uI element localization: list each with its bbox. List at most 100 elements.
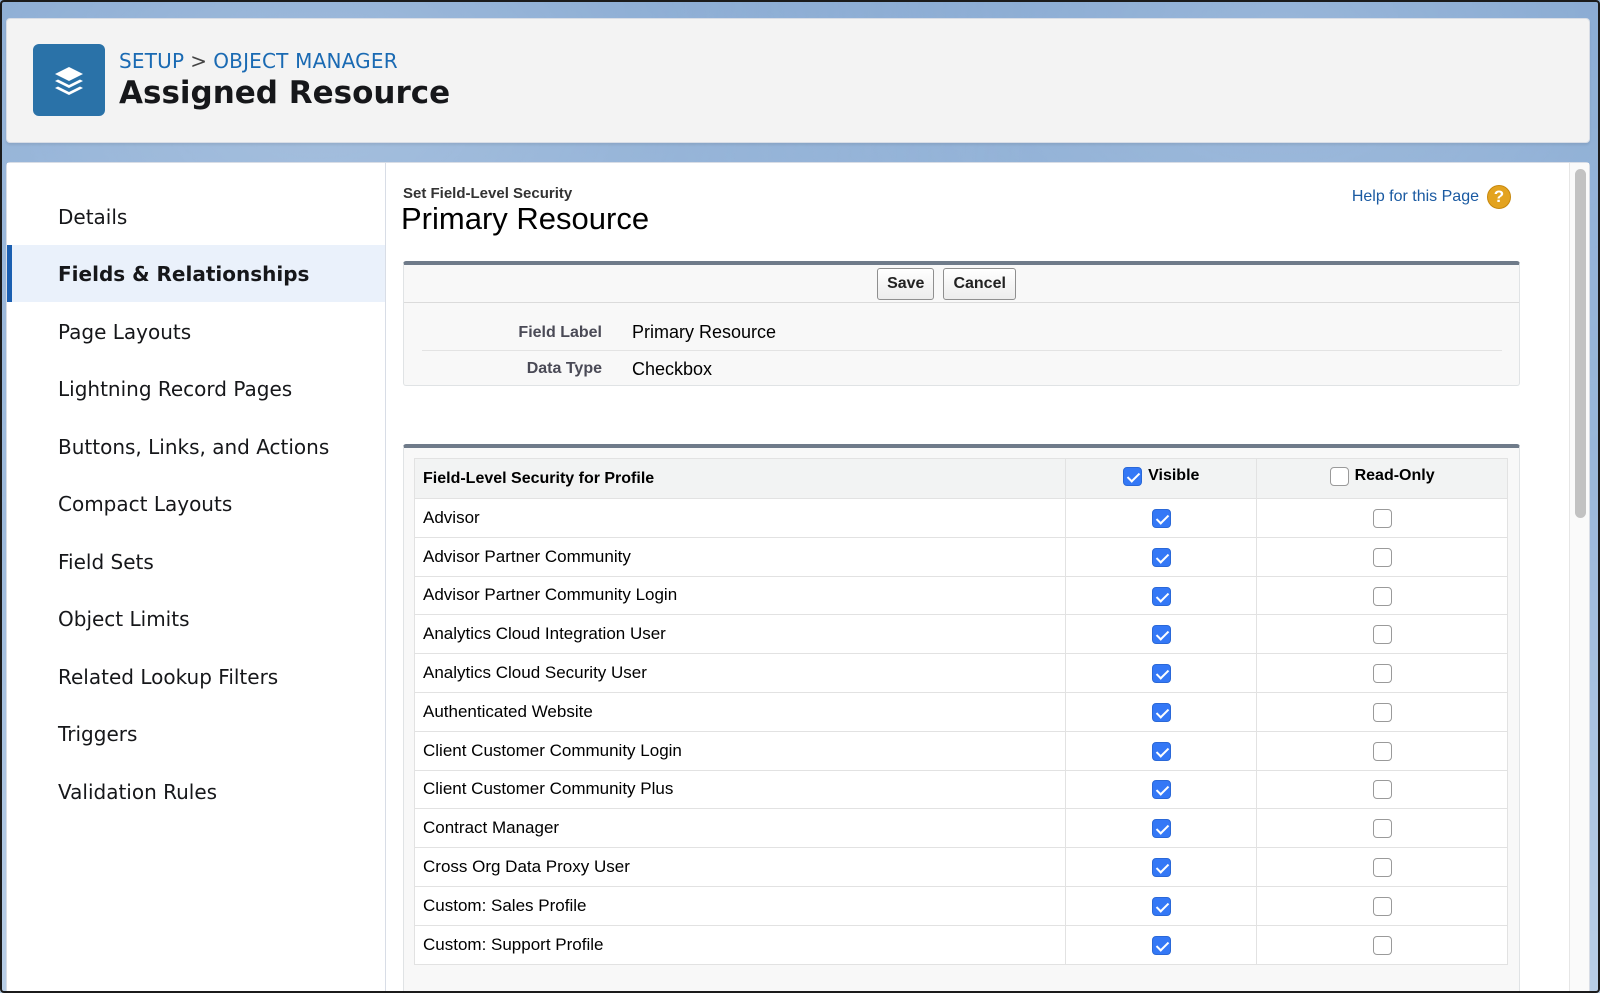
- sidebar-item-compact-layouts[interactable]: Compact Layouts: [7, 475, 385, 532]
- breadcrumb-setup-link[interactable]: SETUP: [119, 49, 184, 73]
- sidebar-item-object-limits[interactable]: Object Limits: [7, 590, 385, 647]
- stacked-layers-icon: [33, 44, 105, 116]
- profile-name-cell: Cross Org Data Proxy User: [413, 847, 1067, 887]
- read-only-checkbox[interactable]: [1372, 586, 1392, 606]
- profile-name-cell: Authenticated Website: [413, 691, 1067, 732]
- table-row: Custom: Support Profile: [413, 924, 1508, 965]
- read-only-cell: [1256, 614, 1508, 655]
- sidebar: Details Fields & Relationships Page Layo…: [7, 163, 386, 992]
- visible-checkbox[interactable]: [1151, 858, 1171, 878]
- visible-checkbox[interactable]: [1151, 896, 1171, 916]
- visible-cell: [1065, 498, 1258, 538]
- table-row: Analytics Cloud Security User: [413, 653, 1508, 693]
- read-only-checkbox[interactable]: [1372, 508, 1392, 528]
- help-area: Help for this Page ?: [1352, 185, 1511, 209]
- page-subtitle: Set Field-Level Security: [403, 185, 573, 202]
- sidebar-item-field-sets[interactable]: Field Sets: [7, 533, 385, 590]
- visible-checkbox[interactable]: [1151, 547, 1171, 567]
- sidebar-item-label: Fields & Relationships: [58, 261, 310, 286]
- field-label-value: Primary Resource: [632, 322, 777, 342]
- scrollbar-thumb[interactable]: [1575, 169, 1586, 518]
- visible-cell: [1065, 847, 1258, 887]
- read-only-cell: [1256, 885, 1508, 926]
- table-row: Analytics Cloud Integration User: [413, 614, 1508, 655]
- visible-select-all-checkbox[interactable]: [1123, 466, 1143, 486]
- data-type-label: Data Type: [526, 360, 602, 377]
- save-button[interactable]: Save: [877, 267, 935, 300]
- profile-column-header: Field-Level Security for Profile: [413, 458, 1067, 499]
- breadcrumb-object-manager-link[interactable]: OBJECT MANAGER: [213, 49, 398, 73]
- profile-name-cell: Advisor Partner Community Login: [413, 575, 1067, 616]
- sidebar-item-fields-relationships[interactable]: Fields & Relationships: [7, 245, 385, 302]
- visible-checkbox[interactable]: [1151, 586, 1171, 606]
- help-link[interactable]: Help for this Page: [1352, 188, 1479, 206]
- visible-checkbox[interactable]: [1151, 935, 1171, 955]
- visible-checkbox[interactable]: [1151, 780, 1171, 800]
- visible-cell: [1065, 730, 1258, 771]
- visible-cell: [1065, 808, 1258, 849]
- visible-checkbox[interactable]: [1151, 702, 1171, 722]
- read-only-cell: [1256, 653, 1508, 693]
- read-only-checkbox[interactable]: [1372, 702, 1392, 722]
- visible-header-label: Visible: [1148, 467, 1200, 484]
- read-only-checkbox[interactable]: [1372, 625, 1392, 645]
- field-level-security-block: Field-Level Security for Profile Visible…: [403, 444, 1520, 993]
- visible-cell: [1065, 885, 1258, 926]
- field-title: Primary Resource: [401, 201, 650, 236]
- vertical-scrollbar[interactable]: [1569, 163, 1589, 992]
- read-only-checkbox[interactable]: [1372, 896, 1392, 916]
- visible-cell: [1065, 691, 1258, 732]
- read-only-checkbox[interactable]: [1372, 858, 1392, 878]
- read-only-cell: [1256, 769, 1508, 810]
- visible-checkbox[interactable]: [1151, 664, 1171, 684]
- sidebar-item-validation-rules[interactable]: Validation Rules: [7, 763, 385, 820]
- read-only-checkbox[interactable]: [1372, 547, 1392, 567]
- read-only-cell: [1256, 536, 1508, 577]
- question-mark-icon[interactable]: ?: [1487, 185, 1511, 209]
- read-only-checkbox[interactable]: [1372, 935, 1392, 955]
- visible-cell: [1065, 536, 1258, 577]
- sidebar-item-buttons-links-actions[interactable]: Buttons, Links, and Actions: [7, 418, 385, 475]
- profile-name-cell: Client Customer Community Login: [413, 730, 1067, 771]
- data-type-value: Checkbox: [632, 358, 713, 379]
- table-body: Advisor Advisor Partner Community Advisor …: [413, 498, 1508, 965]
- sidebar-item-page-layouts[interactable]: Page Layouts: [7, 303, 385, 360]
- page-title: Assigned Resource: [119, 75, 451, 111]
- visible-checkbox[interactable]: [1151, 625, 1171, 645]
- read-only-checkbox[interactable]: [1372, 664, 1392, 684]
- cancel-button[interactable]: Cancel: [943, 267, 1016, 300]
- sidebar-item-details[interactable]: Details: [7, 188, 385, 245]
- read-only-checkbox[interactable]: [1372, 741, 1392, 761]
- sidebar-item-label: Lightning Record Pages: [58, 376, 293, 401]
- read-only-checkbox[interactable]: [1372, 780, 1392, 800]
- field-label-row: Field Label Primary Resource: [422, 315, 1502, 351]
- visible-cell: [1065, 614, 1258, 655]
- visible-checkbox[interactable]: [1151, 741, 1171, 761]
- visible-cell: [1065, 575, 1258, 616]
- visible-checkbox[interactable]: [1151, 819, 1171, 839]
- read-only-checkbox[interactable]: [1372, 819, 1392, 839]
- sidebar-item-label: Buttons, Links, and Actions: [58, 434, 330, 459]
- profile-name-cell: Analytics Cloud Integration User: [413, 614, 1067, 655]
- read-only-cell: [1256, 730, 1508, 771]
- read-only-cell: [1256, 808, 1508, 849]
- sidebar-item-related-lookup-filters[interactable]: Related Lookup Filters: [7, 648, 385, 705]
- sidebar-item-label: Validation Rules: [58, 779, 218, 804]
- read-only-select-all-checkbox[interactable]: [1329, 466, 1349, 486]
- object-header: SETUP > OBJECT MANAGER Assigned Resource: [6, 18, 1590, 143]
- read-only-header-label: Read-Only: [1354, 467, 1435, 484]
- sidebar-item-lightning-record-pages[interactable]: Lightning Record Pages: [7, 360, 385, 417]
- breadcrumb-separator: >: [190, 49, 208, 73]
- field-info-block: Save Cancel Field Label Primary Resource…: [403, 261, 1520, 386]
- sidebar-item-triggers[interactable]: Triggers: [7, 705, 385, 762]
- table-row: Advisor: [413, 498, 1508, 538]
- field-level-security-table: Field-Level Security for Profile Visible…: [413, 458, 1508, 965]
- read-only-cell: [1256, 498, 1508, 538]
- read-only-cell: [1256, 847, 1508, 887]
- profile-name-cell: Custom: Sales Profile: [413, 885, 1067, 926]
- visible-checkbox[interactable]: [1151, 508, 1171, 528]
- read-only-cell: [1256, 924, 1508, 965]
- profile-name-cell: Contract Manager: [413, 808, 1067, 849]
- visible-cell: [1065, 769, 1258, 810]
- sidebar-item-label: Object Limits: [58, 606, 190, 631]
